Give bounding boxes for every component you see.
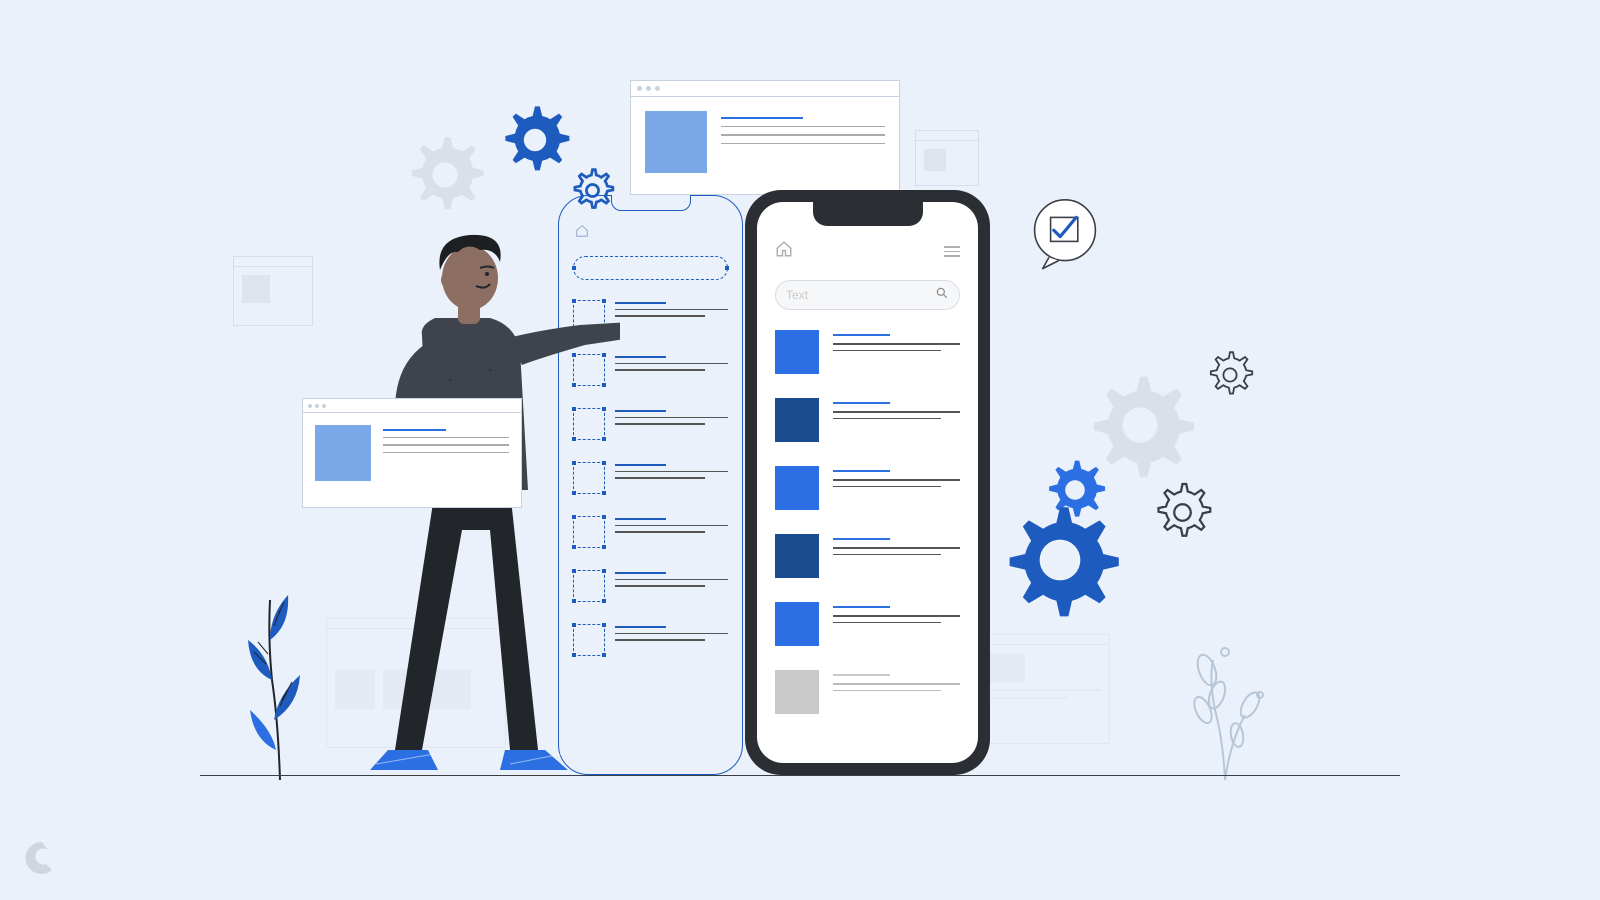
list-item[interactable] (775, 466, 960, 510)
gear-icon (495, 100, 575, 180)
list-item[interactable] (775, 330, 960, 374)
thumbnail (645, 111, 707, 173)
browser-window-held (302, 398, 522, 508)
watermark-logo (20, 836, 64, 880)
bg-window-3 (980, 634, 1110, 744)
gear-icon (1145, 475, 1220, 550)
list-item[interactable] (775, 398, 960, 442)
gear-icon (1200, 345, 1260, 405)
phone-list (775, 330, 960, 738)
check-bubble (1025, 195, 1105, 275)
ground-line (200, 775, 1400, 776)
plant-decoration (230, 580, 330, 780)
list-item[interactable] (775, 602, 960, 646)
home-icon[interactable] (775, 240, 793, 263)
browser-window-top (630, 80, 900, 195)
plant-decoration (1165, 640, 1285, 780)
search-icon (935, 286, 949, 305)
phone-notch (813, 202, 923, 226)
list-item[interactable] (775, 534, 960, 578)
bg-window-1 (233, 256, 313, 326)
hamburger-icon[interactable] (944, 246, 960, 257)
bg-window-2 (915, 130, 979, 186)
phone-mockup: Text (745, 190, 990, 775)
search-input[interactable]: Text (775, 280, 960, 310)
search-placeholder: Text (786, 288, 808, 302)
gear-icon (400, 130, 490, 220)
gear-icon (1000, 500, 1120, 620)
thumbnail (315, 425, 371, 481)
list-item[interactable] (775, 670, 960, 714)
